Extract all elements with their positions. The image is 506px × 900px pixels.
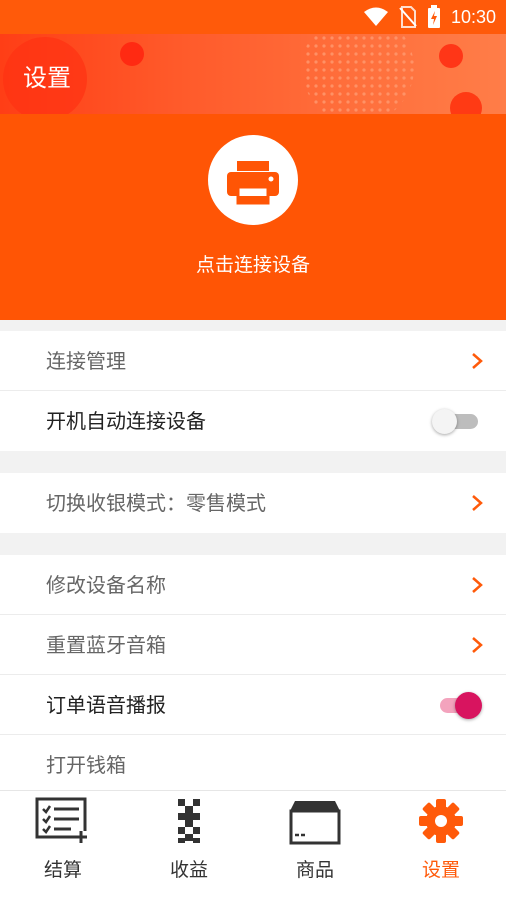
auto-connect-row: 开机自动连接设备 [0,391,506,451]
tab-settings[interactable]: 设置 [378,791,504,900]
tab-label: 设置 [421,859,460,881]
chevron-right-icon [472,637,483,653]
product-box-icon [289,801,341,845]
chevron-right-icon [472,495,483,511]
row-label: 打开钱箱 [46,753,126,777]
status-time: 10:30 [450,6,496,27]
battery-charging-icon [427,5,440,28]
rename-device-row[interactable]: 修改设备名称 [0,555,506,615]
checkout-list-icon [35,797,89,843]
voice-broadcast-row: 订单语音播报 [0,675,506,735]
header-decoration [3,34,482,114]
open-cash-drawer-row[interactable]: 打开钱箱 [0,735,506,795]
page-title: 设置 [23,64,71,92]
row-label: 修改设备名称 [46,573,166,597]
printer-button[interactable] [208,135,298,225]
connect-device-panel[interactable]: 点击连接设备 [0,114,506,320]
gear-icon [419,799,463,843]
tab-products[interactable]: 商品 [252,791,378,900]
wifi-icon [363,7,388,26]
printer-icon [227,161,279,205]
chevron-right-icon [472,577,483,593]
connection-management-row[interactable]: 连接管理 [0,331,506,391]
tab-checkout[interactable]: 结算 [0,791,126,900]
auto-connect-toggle[interactable] [432,409,480,434]
chevron-right-icon [472,353,483,369]
row-label: 连接管理 [46,349,126,373]
reset-speaker-row[interactable]: 重置蓝牙音箱 [0,615,506,675]
row-label: 订单语音播报 [46,693,166,717]
page-header: 设置 [0,34,506,114]
status-bar: 10:30 [0,0,506,34]
row-label: 重置蓝牙音箱 [46,633,166,657]
no-sim-icon [399,6,417,28]
qr-earnings-icon [178,799,200,843]
tab-earnings[interactable]: 收益 [126,791,252,900]
bottom-tab-bar: 结算 收益 商品 设置 [0,790,506,900]
row-label: 切换收银模式：零售模式 [46,491,266,515]
voice-broadcast-toggle[interactable] [432,692,482,719]
settings-group-device: 修改设备名称 重置蓝牙音箱 订单语音播报 打开钱箱 [0,555,506,795]
tab-label: 商品 [295,859,334,881]
connect-device-label: 点击连接设备 [195,254,310,276]
settings-group-connection: 连接管理 开机自动连接设备 [0,331,506,451]
row-label: 开机自动连接设备 [46,409,206,433]
settings-group-mode: 切换收银模式：零售模式 [0,473,506,533]
switch-mode-row[interactable]: 切换收银模式：零售模式 [0,473,506,533]
tab-label: 结算 [43,859,82,881]
tab-label: 收益 [169,859,208,881]
